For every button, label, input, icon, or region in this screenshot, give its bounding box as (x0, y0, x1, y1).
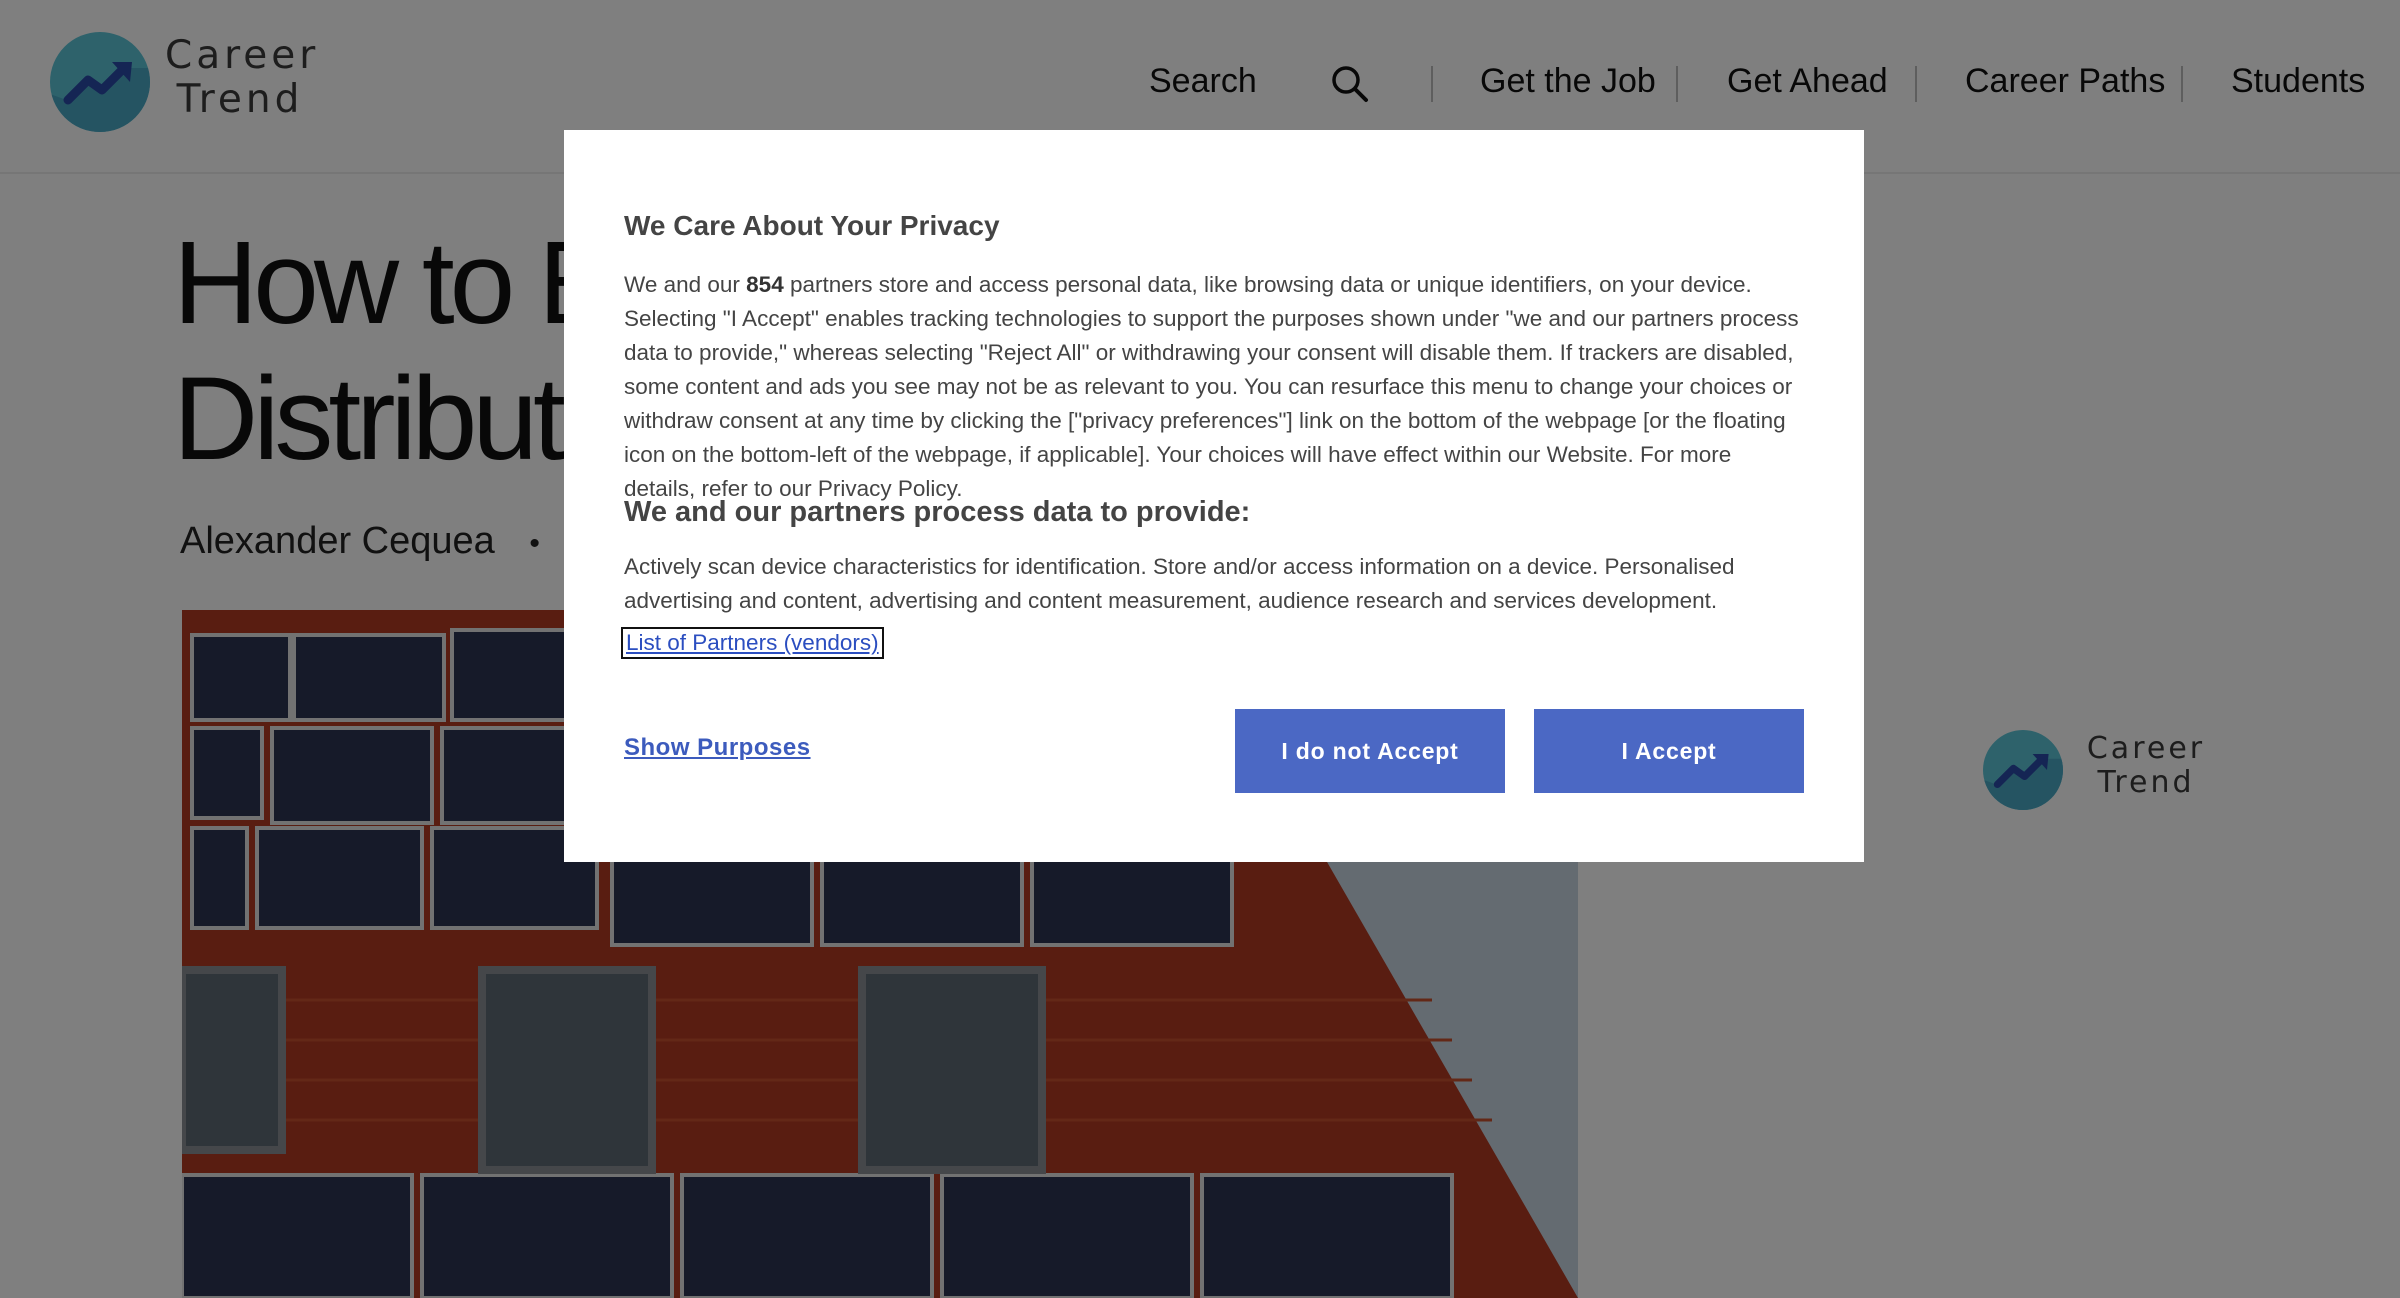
purposes-list: Actively scan device characteristics for… (624, 554, 1735, 613)
reject-button[interactable]: I do not Accept (1235, 709, 1505, 793)
privacy-consent-dialog: We Care About Your Privacy We and our 85… (564, 130, 1864, 862)
consent-description: We and our 854 partners store and access… (624, 268, 1804, 506)
vendors-link[interactable]: List of Partners (vendors) (621, 627, 884, 659)
consent-text-rest: partners store and access personal data,… (624, 272, 1799, 501)
consent-text-start: We and our (624, 272, 747, 297)
purposes-heading: We and our partners process data to prov… (624, 496, 1251, 528)
accept-button[interactable]: I Accept (1534, 709, 1804, 793)
consent-title: We Care About Your Privacy (624, 210, 1000, 241)
partner-count: 854 (746, 272, 784, 297)
show-purposes-link[interactable]: Show Purposes (624, 734, 811, 762)
